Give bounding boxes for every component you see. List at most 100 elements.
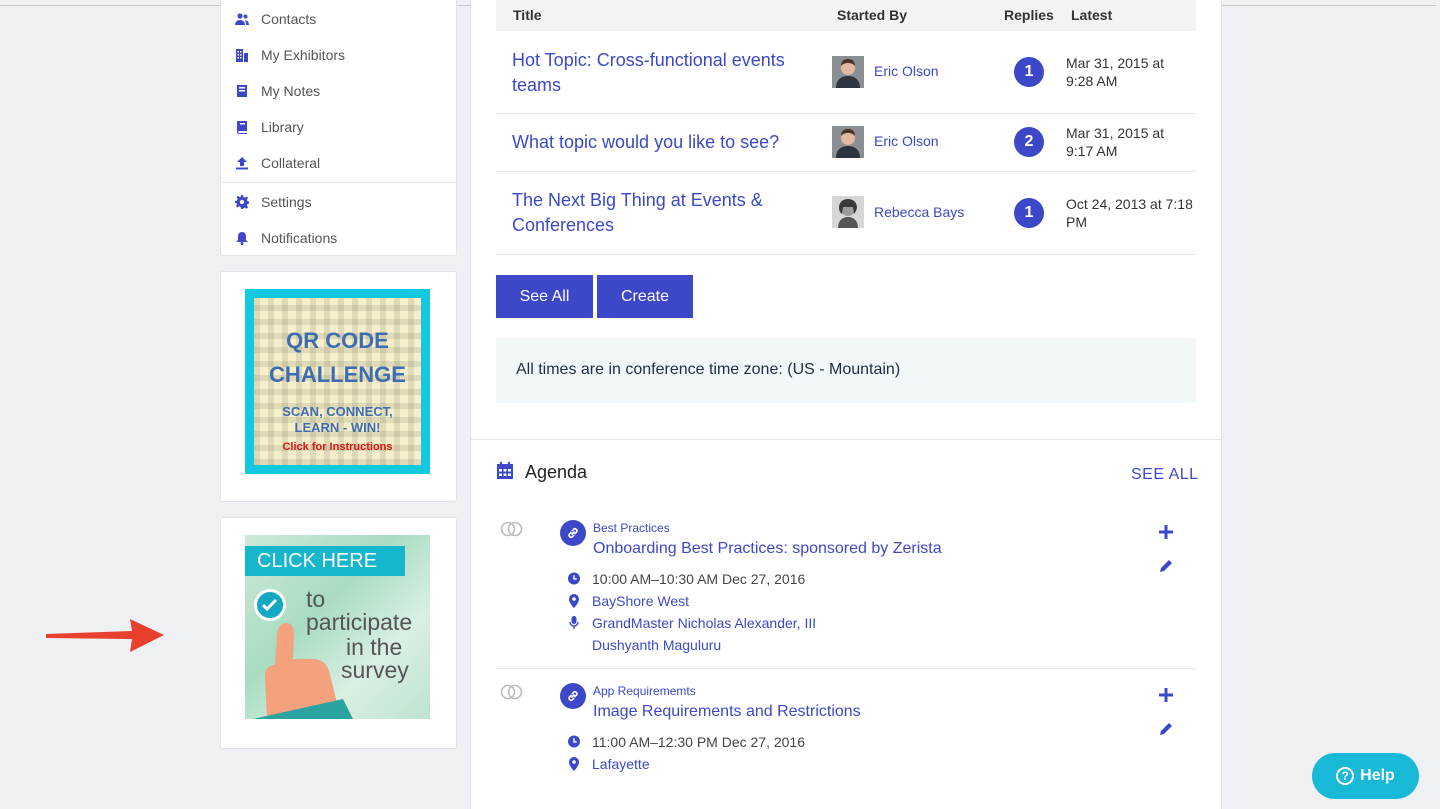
- map-pin-icon: [568, 594, 580, 608]
- column-header-title: Title: [513, 7, 542, 23]
- avatar[interactable]: [832, 56, 864, 88]
- avatar[interactable]: [832, 196, 864, 228]
- sidebar-item-notifications[interactable]: Notifications: [221, 220, 456, 256]
- contacts-icon: [235, 12, 249, 26]
- link-icon: [560, 520, 586, 546]
- sidebar-item-label: My Notes: [261, 83, 321, 99]
- session-category: Best Practices: [593, 521, 670, 535]
- sidebar-item-label: Collateral: [261, 155, 321, 171]
- map-pin-icon: [568, 757, 580, 771]
- table-row: Hot Topic: Cross-functional events teams…: [496, 32, 1196, 114]
- help-button[interactable]: ? Help: [1312, 753, 1419, 799]
- column-header-replies: Replies: [1004, 7, 1054, 23]
- qr-title-line1: QR CODE: [286, 328, 389, 353]
- qr-banner-inner: QR CODE CHALLENGE SCAN, CONNECT, LEARN -…: [254, 298, 421, 465]
- survey-text-line2: participate: [306, 609, 413, 635]
- gear-icon: [235, 195, 249, 209]
- plus-icon: [1159, 525, 1173, 539]
- clock-icon: [568, 572, 580, 586]
- microphone-icon: [568, 616, 580, 630]
- sidebar-item-label: My Exhibitors: [261, 47, 346, 63]
- interlocked-rings-icon[interactable]: [500, 521, 524, 537]
- sidebar-item-label: Notifications: [261, 230, 338, 246]
- agenda-session: Best Practices Onboarding Best Practices…: [496, 518, 1196, 668]
- timezone-notice: All times are in conference time zone: (…: [496, 338, 1196, 403]
- reply-count-badge: 2: [1014, 127, 1044, 157]
- pencil-icon: [1160, 560, 1172, 572]
- section-divider: [471, 439, 1221, 440]
- add-to-schedule-button[interactable]: [1156, 522, 1176, 542]
- main-content: Title Started By Replies Latest Hot Topi…: [470, 0, 1222, 809]
- bell-icon: [235, 231, 249, 245]
- add-to-schedule-button[interactable]: [1156, 685, 1176, 705]
- qr-tagline-line1: SCAN, CONNECT,: [282, 404, 393, 419]
- topic-author-link[interactable]: Rebecca Bays: [874, 204, 964, 220]
- topic-author-link[interactable]: Eric Olson: [874, 63, 939, 79]
- session-divider: [496, 668, 1196, 669]
- sidebar-item-my-exhibitors[interactable]: My Exhibitors: [221, 37, 456, 73]
- building-icon: [235, 48, 249, 62]
- sidebar-menu: Contacts My Exhibitors My Notes Library …: [220, 0, 457, 256]
- agenda-see-all-link[interactable]: SEE ALL: [1131, 466, 1199, 484]
- menu-divider: [221, 182, 456, 183]
- session-time: 11:00 AM–12:30 PM Dec 27, 2016: [592, 734, 805, 750]
- sidebar-item-contacts[interactable]: Contacts: [221, 1, 456, 37]
- sidebar-item-settings[interactable]: Settings: [221, 184, 456, 220]
- topic-title-link[interactable]: The Next Big Thing at Events & Conferenc…: [512, 188, 802, 238]
- avatar[interactable]: [832, 126, 864, 158]
- agenda-title: Agenda: [525, 462, 588, 482]
- session-time: 10:00 AM–10:30 AM Dec 27, 2016: [592, 571, 806, 587]
- pencil-icon: [1160, 723, 1172, 735]
- sidebar-item-library[interactable]: Library: [221, 109, 456, 145]
- qr-promo-card: QR CODE CHALLENGE SCAN, CONNECT, LEARN -…: [220, 271, 457, 502]
- edit-note-button[interactable]: [1156, 719, 1176, 739]
- checkmark-icon: [254, 589, 286, 621]
- topic-title-link[interactable]: Hot Topic: Cross-functional events teams: [512, 48, 802, 98]
- upload-icon: [235, 156, 249, 170]
- survey-promo-card: CLICK HERE to participate in the survey: [220, 517, 457, 749]
- question-icon: ?: [1336, 767, 1355, 785]
- link-icon: [560, 683, 586, 709]
- session-location-link[interactable]: Lafayette: [592, 756, 650, 772]
- reply-count-badge: 1: [1014, 57, 1044, 87]
- plus-icon: [1159, 688, 1173, 702]
- session-title-link[interactable]: Onboarding Best Practices: sponsored by …: [593, 540, 942, 558]
- session-location-link[interactable]: BayShore West: [592, 593, 689, 609]
- qr-tagline-line2: LEARN - WIN!: [294, 420, 381, 435]
- interlocked-rings-icon[interactable]: [500, 684, 524, 700]
- session-speaker-link[interactable]: GrandMaster Nicholas Alexander, III: [592, 615, 816, 631]
- survey-banner[interactable]: CLICK HERE to participate in the survey: [245, 535, 430, 719]
- clock-icon: [568, 735, 580, 749]
- edit-note-button[interactable]: [1156, 556, 1176, 576]
- sidebar-item-label: Library: [261, 119, 304, 135]
- session-category: App Requirememts: [593, 684, 696, 698]
- annotation-arrow-icon: [46, 619, 164, 652]
- topic-latest-time: Mar 31, 2015 at 9:28 AM: [1066, 55, 1165, 89]
- notebook-icon: [235, 84, 249, 98]
- session-title-link[interactable]: Image Requirements and Restrictions: [593, 703, 861, 721]
- sidebar-item-collateral[interactable]: Collateral: [221, 145, 456, 181]
- table-row: The Next Big Thing at Events & Conferenc…: [496, 172, 1196, 255]
- topic-title-link[interactable]: What topic would you like to see?: [512, 130, 802, 155]
- qr-title-line2: CHALLENGE: [269, 362, 406, 387]
- help-label: Help: [1360, 767, 1395, 784]
- topic-latest-time: Oct 24, 2013 at 7:18 PM: [1066, 196, 1193, 230]
- column-header-latest: Latest: [1071, 7, 1113, 23]
- click-here-label: CLICK HERE: [245, 546, 405, 576]
- survey-text-line4: survey: [341, 657, 409, 683]
- sidebar-item-label: Settings: [261, 194, 312, 210]
- discussion-table-header: Title Started By Replies Latest: [496, 0, 1196, 31]
- qr-challenge-banner[interactable]: QR CODE CHALLENGE SCAN, CONNECT, LEARN -…: [245, 289, 430, 474]
- sidebar-item-my-notes[interactable]: My Notes: [221, 73, 456, 109]
- create-discussion-button[interactable]: Create: [597, 275, 693, 318]
- calendar-icon: [497, 462, 513, 479]
- reply-count-badge: 1: [1014, 198, 1044, 228]
- book-icon: [235, 120, 249, 134]
- see-all-discussions-button[interactable]: See All: [496, 275, 593, 318]
- qr-instructions-text: Click for Instructions: [282, 441, 393, 453]
- agenda-session: App Requirememts Image Requirements and …: [496, 681, 1196, 781]
- column-header-started-by: Started By: [837, 7, 908, 23]
- sidebar-item-label: Contacts: [261, 11, 317, 27]
- session-speaker-link[interactable]: Dushyanth Maguluru: [592, 637, 721, 653]
- topic-author-link[interactable]: Eric Olson: [874, 133, 939, 149]
